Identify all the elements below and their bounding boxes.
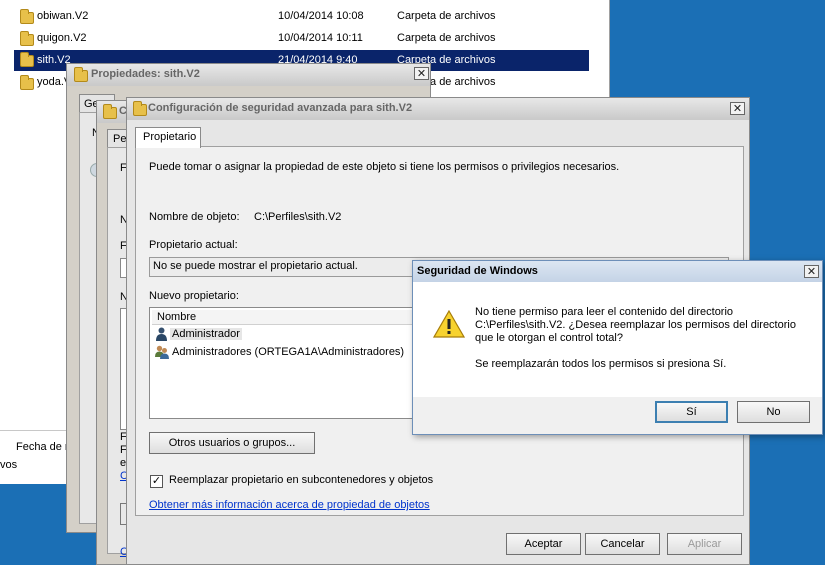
ok-button[interactable]: Aceptar [506,533,581,555]
folder-icon [20,31,34,46]
file-date: 10/04/2014 10:08 [278,10,364,22]
file-type: Carpeta de archivos [397,10,496,22]
current-owner-label: Propietario actual: [149,239,238,251]
folder-icon [133,101,147,116]
tab-owner[interactable]: Propietario [135,127,201,148]
message-line-3: que le otorgan el control total? [475,332,623,344]
group-icon [155,345,169,359]
file-date: 10/04/2014 10:11 [278,32,363,44]
owner-name: Administradores (ORTEGA1A\Administradore… [172,346,405,358]
security-message-area: No tiene permiso para leer el contenido … [413,282,822,397]
security-titlebar: Seguridad de Windows ✕ [413,261,822,282]
owner-name: Administrador [170,328,242,340]
folder-icon [103,104,117,119]
security-title: Seguridad de Windows [417,265,538,277]
properties-title: Propiedades: sith.V2 [91,68,200,80]
folder-icon [20,9,34,24]
permissions-tab-label: Pe [113,133,127,145]
details-type-label: vos [0,459,18,471]
yes-label: Sí [686,406,697,418]
current-owner-value: No se puede mostrar el propietario actua… [153,260,358,272]
other-users-label: Otros usuarios o grupos... [168,437,296,449]
replace-owner-checkbox[interactable]: ✓ [150,475,163,488]
intro-text: Puede tomar o asignar la propiedad de es… [149,161,620,173]
file-type: Carpeta de archivos [397,32,496,44]
other-users-button[interactable]: Otros usuarios o grupos... [149,432,315,454]
cancel-button[interactable]: Cancelar [585,533,660,555]
properties-titlebar: Propiedades: sith.V2 ✕ [67,64,430,86]
no-button[interactable]: No [737,401,810,423]
apply-button[interactable]: Aplicar [667,533,742,555]
folder-icon [74,67,88,82]
yes-button[interactable]: Sí [655,401,728,423]
object-name-label: Nombre de objeto: [149,211,240,223]
folder-icon [20,52,34,67]
apply-label: Aplicar [687,538,722,550]
advanced-titlebar: Configuración de seguridad avanzada para… [127,98,749,120]
object-name-value: C:\Perfiles\sith.V2 [254,211,342,223]
file-row-obiwan[interactable]: obiwan.V2 10/04/2014 10:08 Carpeta de ar… [14,7,589,27]
file-row-quigon[interactable]: quigon.V2 10/04/2014 10:11 Carpeta de ar… [14,29,589,49]
warning-icon [432,309,466,338]
details-pane: Fecha de m vos [0,430,74,484]
new-owner-label: Nuevo propietario: [149,290,239,302]
cancel-label: Cancelar [600,538,645,550]
message-line-4: Se reemplazarán todos los permisos si pr… [475,358,727,370]
security-close-button[interactable]: ✕ [804,265,819,278]
tab-owner-label: Propietario [143,131,197,143]
folder-icon [20,75,34,90]
advanced-title: Configuración de seguridad avanzada para… [148,102,413,114]
ok-label: Aceptar [524,538,563,550]
advanced-close-button[interactable]: ✕ [730,102,745,115]
user-icon [156,327,167,341]
more-info-link[interactable]: Obtener más información acerca de propie… [149,499,430,511]
message-line-2: C:\Perfiles\sith.V2. ¿Desea reemplazar l… [475,319,796,331]
replace-owner-label: Reemplazar propietario en subcontenedore… [169,474,434,486]
no-label: No [766,406,781,418]
list-header-name: Nombre [157,311,197,323]
properties-close-button[interactable]: ✕ [414,67,429,80]
file-name: obiwan.V2 [37,10,89,22]
file-name: quigon.V2 [37,32,87,44]
security-message-dialog: Seguridad de Windows ✕ No tiene permiso … [412,260,823,435]
message-line-1: No tiene permiso para leer el contenido … [475,306,734,318]
